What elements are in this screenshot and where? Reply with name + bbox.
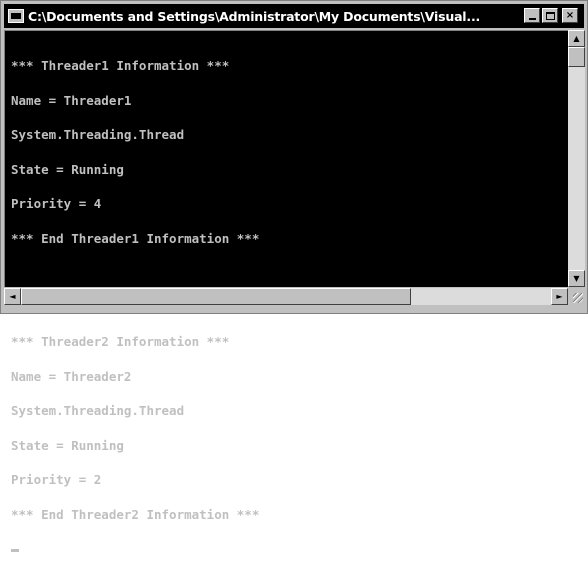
console-line: *** Threader2 Information *** — [11, 334, 230, 349]
maximize-icon — [545, 11, 555, 20]
console-line: Name = Threader2 — [11, 368, 132, 384]
console-window-icon[interactable] — [8, 9, 24, 23]
horizontal-scrollbar[interactable]: ◄ ► — [4, 288, 568, 305]
console-line: *** Threader1 Information *** — [11, 58, 230, 73]
console-window: C:\Documents and Settings\Administrator\… — [0, 0, 588, 552]
console-text: *** Threader1 Information *** Name = Thr… — [11, 37, 259, 575]
console-line: *** End Threader2 Information *** — [11, 506, 260, 522]
console-line: Name = Threader1 — [11, 92, 132, 108]
console-line: *** End Threader1 Information *** — [11, 230, 260, 246]
console-line: System.Threading.Thread — [11, 403, 185, 418]
console-line: State = Running — [11, 161, 124, 177]
title-bar[interactable]: C:\Documents and Settings\Administrator\… — [4, 4, 584, 28]
scroll-up-button[interactable]: ▲ — [568, 30, 585, 47]
text-cursor — [11, 549, 19, 552]
maximize-button[interactable] — [542, 8, 558, 23]
scroll-left-icon: ◄ — [9, 291, 16, 301]
scroll-down-icon: ▼ — [573, 273, 580, 283]
vertical-scrollbar[interactable]: ▲ ▼ — [568, 30, 585, 287]
vertical-scroll-thumb[interactable] — [568, 47, 585, 67]
console-line: Priority = 4 — [11, 196, 102, 211]
scroll-left-button[interactable]: ◄ — [4, 288, 21, 305]
console-line: System.Threading.Thread — [11, 127, 185, 142]
console-output-area[interactable]: *** Threader1 Information *** Name = Thr… — [4, 30, 568, 552]
minimize-button[interactable] — [524, 8, 540, 23]
console-line: Priority = 2 — [11, 472, 102, 487]
window-title: C:\Documents and Settings\Administrator\… — [28, 8, 481, 24]
scroll-down-button[interactable]: ▼ — [568, 270, 585, 287]
scroll-up-icon: ▲ — [573, 33, 580, 43]
close-icon: × — [565, 9, 575, 21]
console-line: State = Running — [11, 437, 124, 453]
horizontal-scroll-thumb[interactable] — [21, 288, 411, 305]
close-button[interactable]: × — [562, 8, 578, 23]
scroll-right-icon: ► — [556, 291, 563, 301]
scroll-right-button[interactable]: ► — [551, 288, 568, 305]
resize-grip-icon[interactable] — [568, 288, 585, 305]
minimize-icon — [528, 18, 536, 20]
